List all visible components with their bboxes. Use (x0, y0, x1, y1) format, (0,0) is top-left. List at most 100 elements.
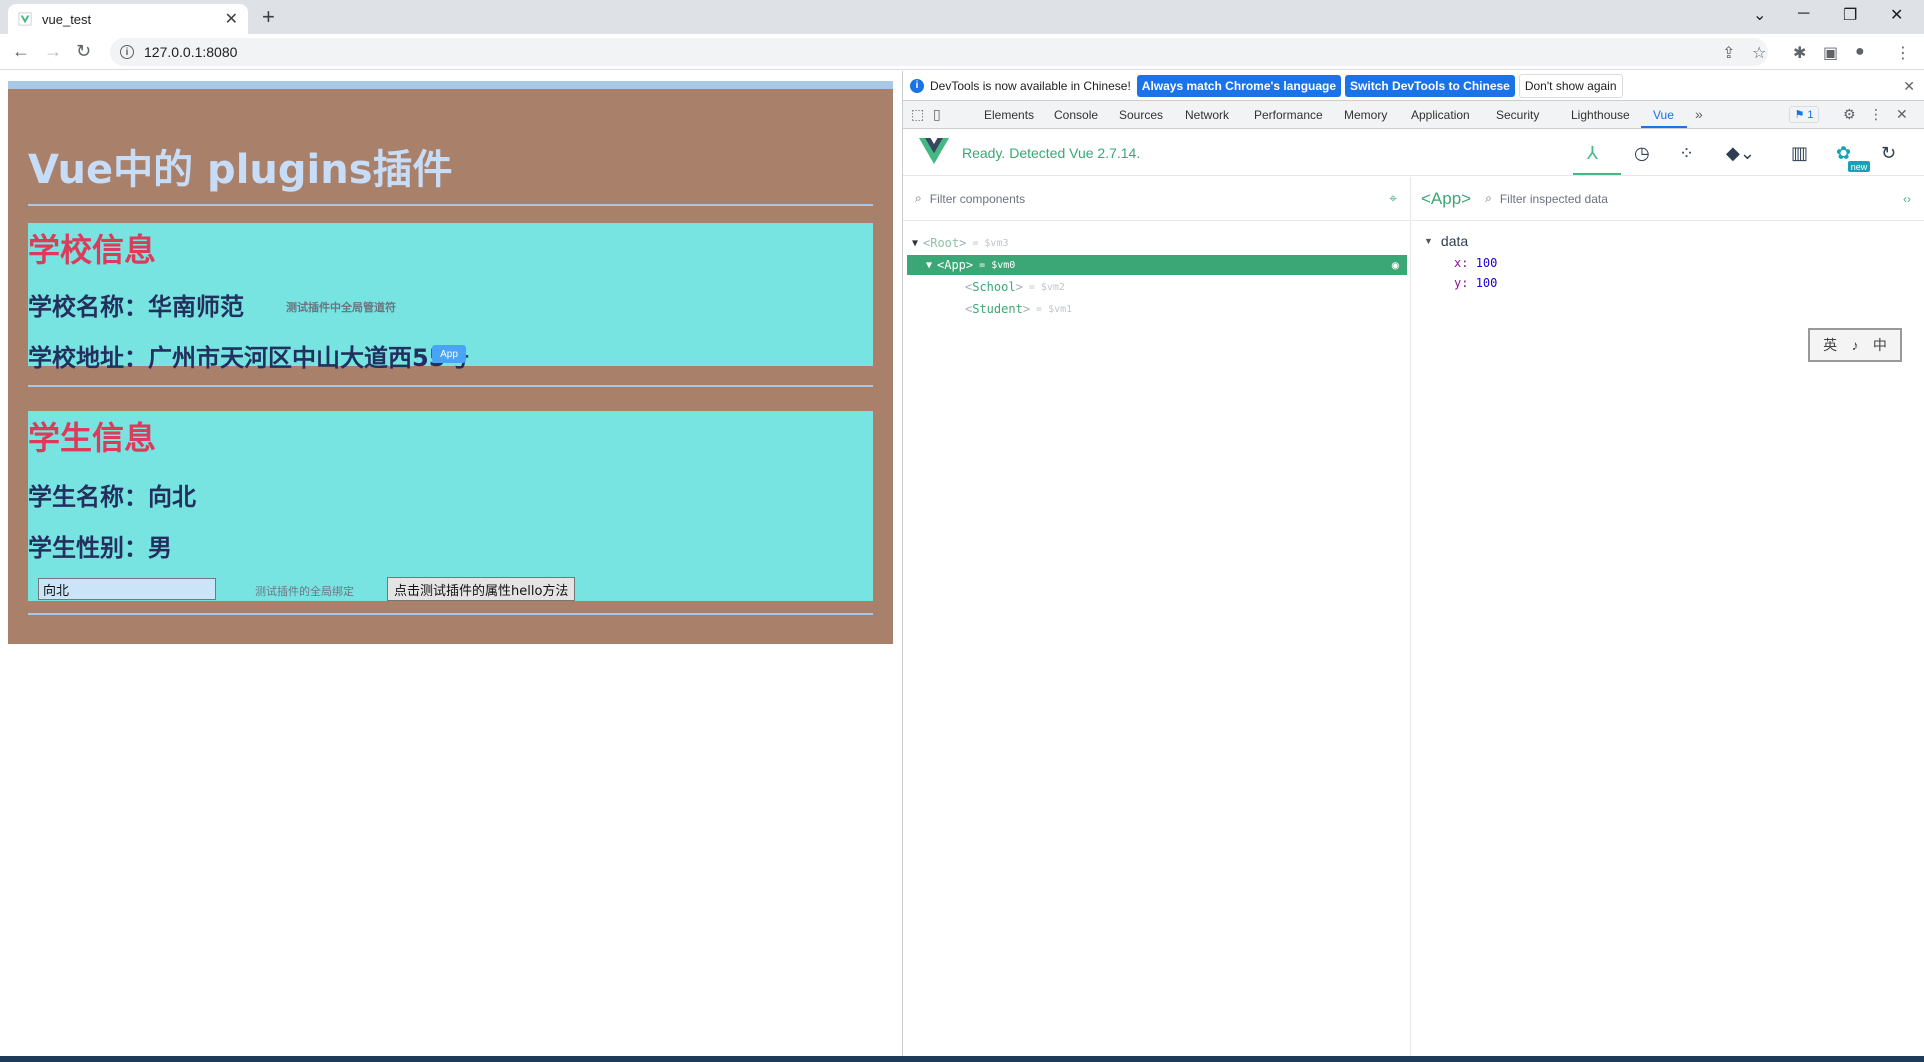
student-name-input[interactable] (38, 578, 216, 600)
ime-punct-icon[interactable]: 中 (1873, 335, 1887, 355)
eye-icon[interactable]: ◉ (1392, 258, 1399, 272)
inspected-component-name: <App> (1421, 188, 1472, 208)
routes-icon[interactable]: ◆⌄ (1726, 143, 1755, 164)
issues-badge[interactable]: ⚑ 1 (1789, 106, 1819, 123)
settings-gear-icon[interactable]: ⚙ (1843, 106, 1856, 123)
vue-favicon-icon (18, 12, 32, 26)
vue-app-root: Vue中的 plugins插件 学校信息 学校名称：华南师范 测试插件中全局管道… (8, 81, 893, 644)
tree-node-root[interactable]: ▼ < Root > = $vm3 (907, 233, 1407, 253)
school-address: 学校地址：广州市天河区中山大道西55号 (28, 344, 470, 372)
timeline-history-icon[interactable]: ◷ (1634, 143, 1650, 164)
devtools-menu-icon[interactable]: ⋮ (1869, 106, 1883, 123)
collapse-caret-icon[interactable]: ▼ (921, 260, 937, 271)
tab-memory[interactable]: Memory (1344, 108, 1387, 122)
side-panel-icon[interactable]: ▣ (1823, 43, 1838, 63)
new-tab-button[interactable]: + (262, 6, 275, 28)
switch-to-chinese-button[interactable]: Switch DevTools to Chinese (1345, 74, 1515, 97)
filter-components-input[interactable]: Filter components (930, 192, 1025, 206)
student-name: 学生名称：向北 (28, 483, 196, 511)
component-tree-pane: ⌕ Filter components ⌖ ▼ < Root > = $vm3 ▼ … (903, 177, 1411, 1056)
active-view-indicator (1573, 173, 1621, 175)
tree-node-app[interactable]: ▼ < App > = $vm0 ◉ (907, 255, 1407, 275)
vue-devtools-header: Ready. Detected Vue 2.7.14. ⅄ ◷ ⁘ ◆⌄ ▥ ✿… (903, 130, 1924, 176)
divider (28, 385, 873, 387)
tab-performance[interactable]: Performance (1254, 108, 1323, 122)
ime-toolbar[interactable]: 英 ♪ 中 (1808, 328, 1902, 362)
student-heading: 学生信息 (28, 419, 157, 457)
minimize-icon[interactable]: ─ (1798, 5, 1809, 23)
tab-console[interactable]: Console (1054, 108, 1098, 122)
inspect-element-icon[interactable]: ⬚ (911, 106, 924, 123)
components-tree-icon[interactable]: ⅄ (1587, 143, 1598, 164)
tab-title: vue_test (42, 11, 92, 27)
always-match-language-button[interactable]: Always match Chrome's language (1136, 74, 1342, 97)
refresh-icon[interactable]: ↻ (1881, 143, 1896, 164)
ime-lang-toggle[interactable]: 英 (1823, 335, 1837, 355)
infobar-message: DevTools is now available in Chinese! (930, 78, 1131, 93)
browser-tab[interactable]: vue_test ✕ (8, 4, 248, 34)
global-filter-note: 测试插件中全局管道符 (286, 302, 396, 314)
tree-node-student[interactable]: < Student > = $vm1 (907, 299, 1407, 319)
tab-close-icon[interactable]: ✕ (225, 9, 238, 29)
extensions-icon[interactable]: ✱ (1793, 43, 1806, 63)
devtools-tab-bar: ⬚ ▯ Elements Console Sources Network Per… (903, 101, 1924, 129)
select-component-in-page-icon[interactable]: ⌖ (1389, 190, 1397, 207)
school-name: 学校名称：华南师范 (28, 293, 244, 321)
data-section-header[interactable]: ▼ data (1424, 233, 1468, 249)
tab-vue[interactable]: Vue (1653, 108, 1674, 122)
browser-toolbar: ← → ↻ i 127.0.0.1:8080 ⇪ ☆ ✱ ▣ ● ⋮ (0, 34, 1924, 70)
open-in-editor-icon[interactable]: ‹› (1903, 192, 1911, 206)
filter-inspected-data-input[interactable]: Filter inspected data (1500, 192, 1608, 206)
tab-sources[interactable]: Sources (1119, 108, 1163, 122)
data-field-y[interactable]: y: 100 (1454, 276, 1497, 290)
tab-elements[interactable]: Elements (984, 108, 1034, 122)
os-taskbar (0, 1056, 1924, 1062)
devtools-close-icon[interactable]: ✕ (1896, 106, 1908, 123)
student-card: 学生信息 学生名称：向北 学生性别：男 测试插件的全局绑定 点击测试插件的属性h… (28, 411, 873, 601)
search-icon: ⌕ (915, 191, 922, 205)
profile-avatar-icon[interactable]: ● (1855, 43, 1865, 61)
tab-security[interactable]: Security (1496, 108, 1539, 122)
hello-method-button[interactable]: 点击测试插件的属性hello方法 (387, 577, 576, 601)
school-card: 学校信息 学校名称：华南师范 测试插件中全局管道符 学校地址：广州市天河区中山大… (28, 223, 873, 372)
forward-arrow-icon[interactable]: → (44, 41, 62, 62)
divider (28, 204, 873, 206)
url-text: 127.0.0.1:8080 (144, 44, 238, 60)
dont-show-again-button[interactable]: Don't show again (1518, 73, 1623, 98)
data-field-x[interactable]: x: 100 (1454, 256, 1497, 270)
school-heading: 学校信息 (28, 231, 157, 269)
tab-search-icon[interactable]: ⌄ (1753, 5, 1766, 25)
site-info-icon[interactable]: i (120, 45, 134, 59)
tab-lighthouse[interactable]: Lighthouse (1571, 108, 1630, 122)
device-toolbar-icon[interactable]: ▯ (933, 106, 941, 123)
infobar-close-icon[interactable]: ✕ (1903, 78, 1915, 95)
tab-application[interactable]: Application (1411, 108, 1470, 122)
vue-logo-icon (919, 138, 949, 164)
chrome-menu-icon[interactable]: ⋮ (1895, 43, 1911, 63)
page-viewport: Vue中的 plugins插件 学校信息 学校名称：华南师范 测试插件中全局管道… (0, 71, 902, 1056)
restore-icon[interactable]: ❐ (1843, 5, 1857, 25)
info-icon: i (910, 78, 924, 93)
ime-moon-icon[interactable]: ♪ (1851, 337, 1858, 353)
back-arrow-icon[interactable]: ← (12, 41, 30, 62)
page-title: Vue中的 plugins插件 (28, 147, 453, 193)
plugins-grid-icon[interactable]: ⁘ (1679, 143, 1694, 164)
component-filter-bar[interactable]: ⌕ Filter components ⌖ (903, 177, 1411, 221)
address-bar[interactable]: i 127.0.0.1:8080 (110, 38, 1768, 66)
collapse-caret-icon[interactable]: ▼ (907, 238, 923, 249)
tree-node-school[interactable]: < School > = $vm2 (907, 277, 1407, 297)
student-gender: 学生性别：男 (28, 534, 172, 562)
collapse-caret-icon: ▼ (1424, 236, 1433, 246)
reload-icon[interactable]: ↻ (76, 41, 91, 62)
share-icon[interactable]: ⇪ (1722, 43, 1735, 63)
devtools-language-infobar: i DevTools is now available in Chinese! … (903, 71, 1924, 101)
window-close-icon[interactable]: ✕ (1890, 5, 1903, 25)
new-badge: new (1848, 161, 1870, 172)
inspector-pane: <App> ⌕ Filter inspected data ‹› ▼ data … (1412, 177, 1924, 1056)
performance-chart-icon[interactable]: ▥ (1791, 143, 1808, 164)
bookmark-star-icon[interactable]: ☆ (1752, 43, 1766, 63)
more-tabs-icon[interactable]: » (1695, 106, 1703, 122)
tab-network[interactable]: Network (1185, 108, 1229, 122)
inspector-filter-bar: <App> ⌕ Filter inspected data ‹› (1412, 177, 1924, 221)
divider (28, 613, 873, 615)
